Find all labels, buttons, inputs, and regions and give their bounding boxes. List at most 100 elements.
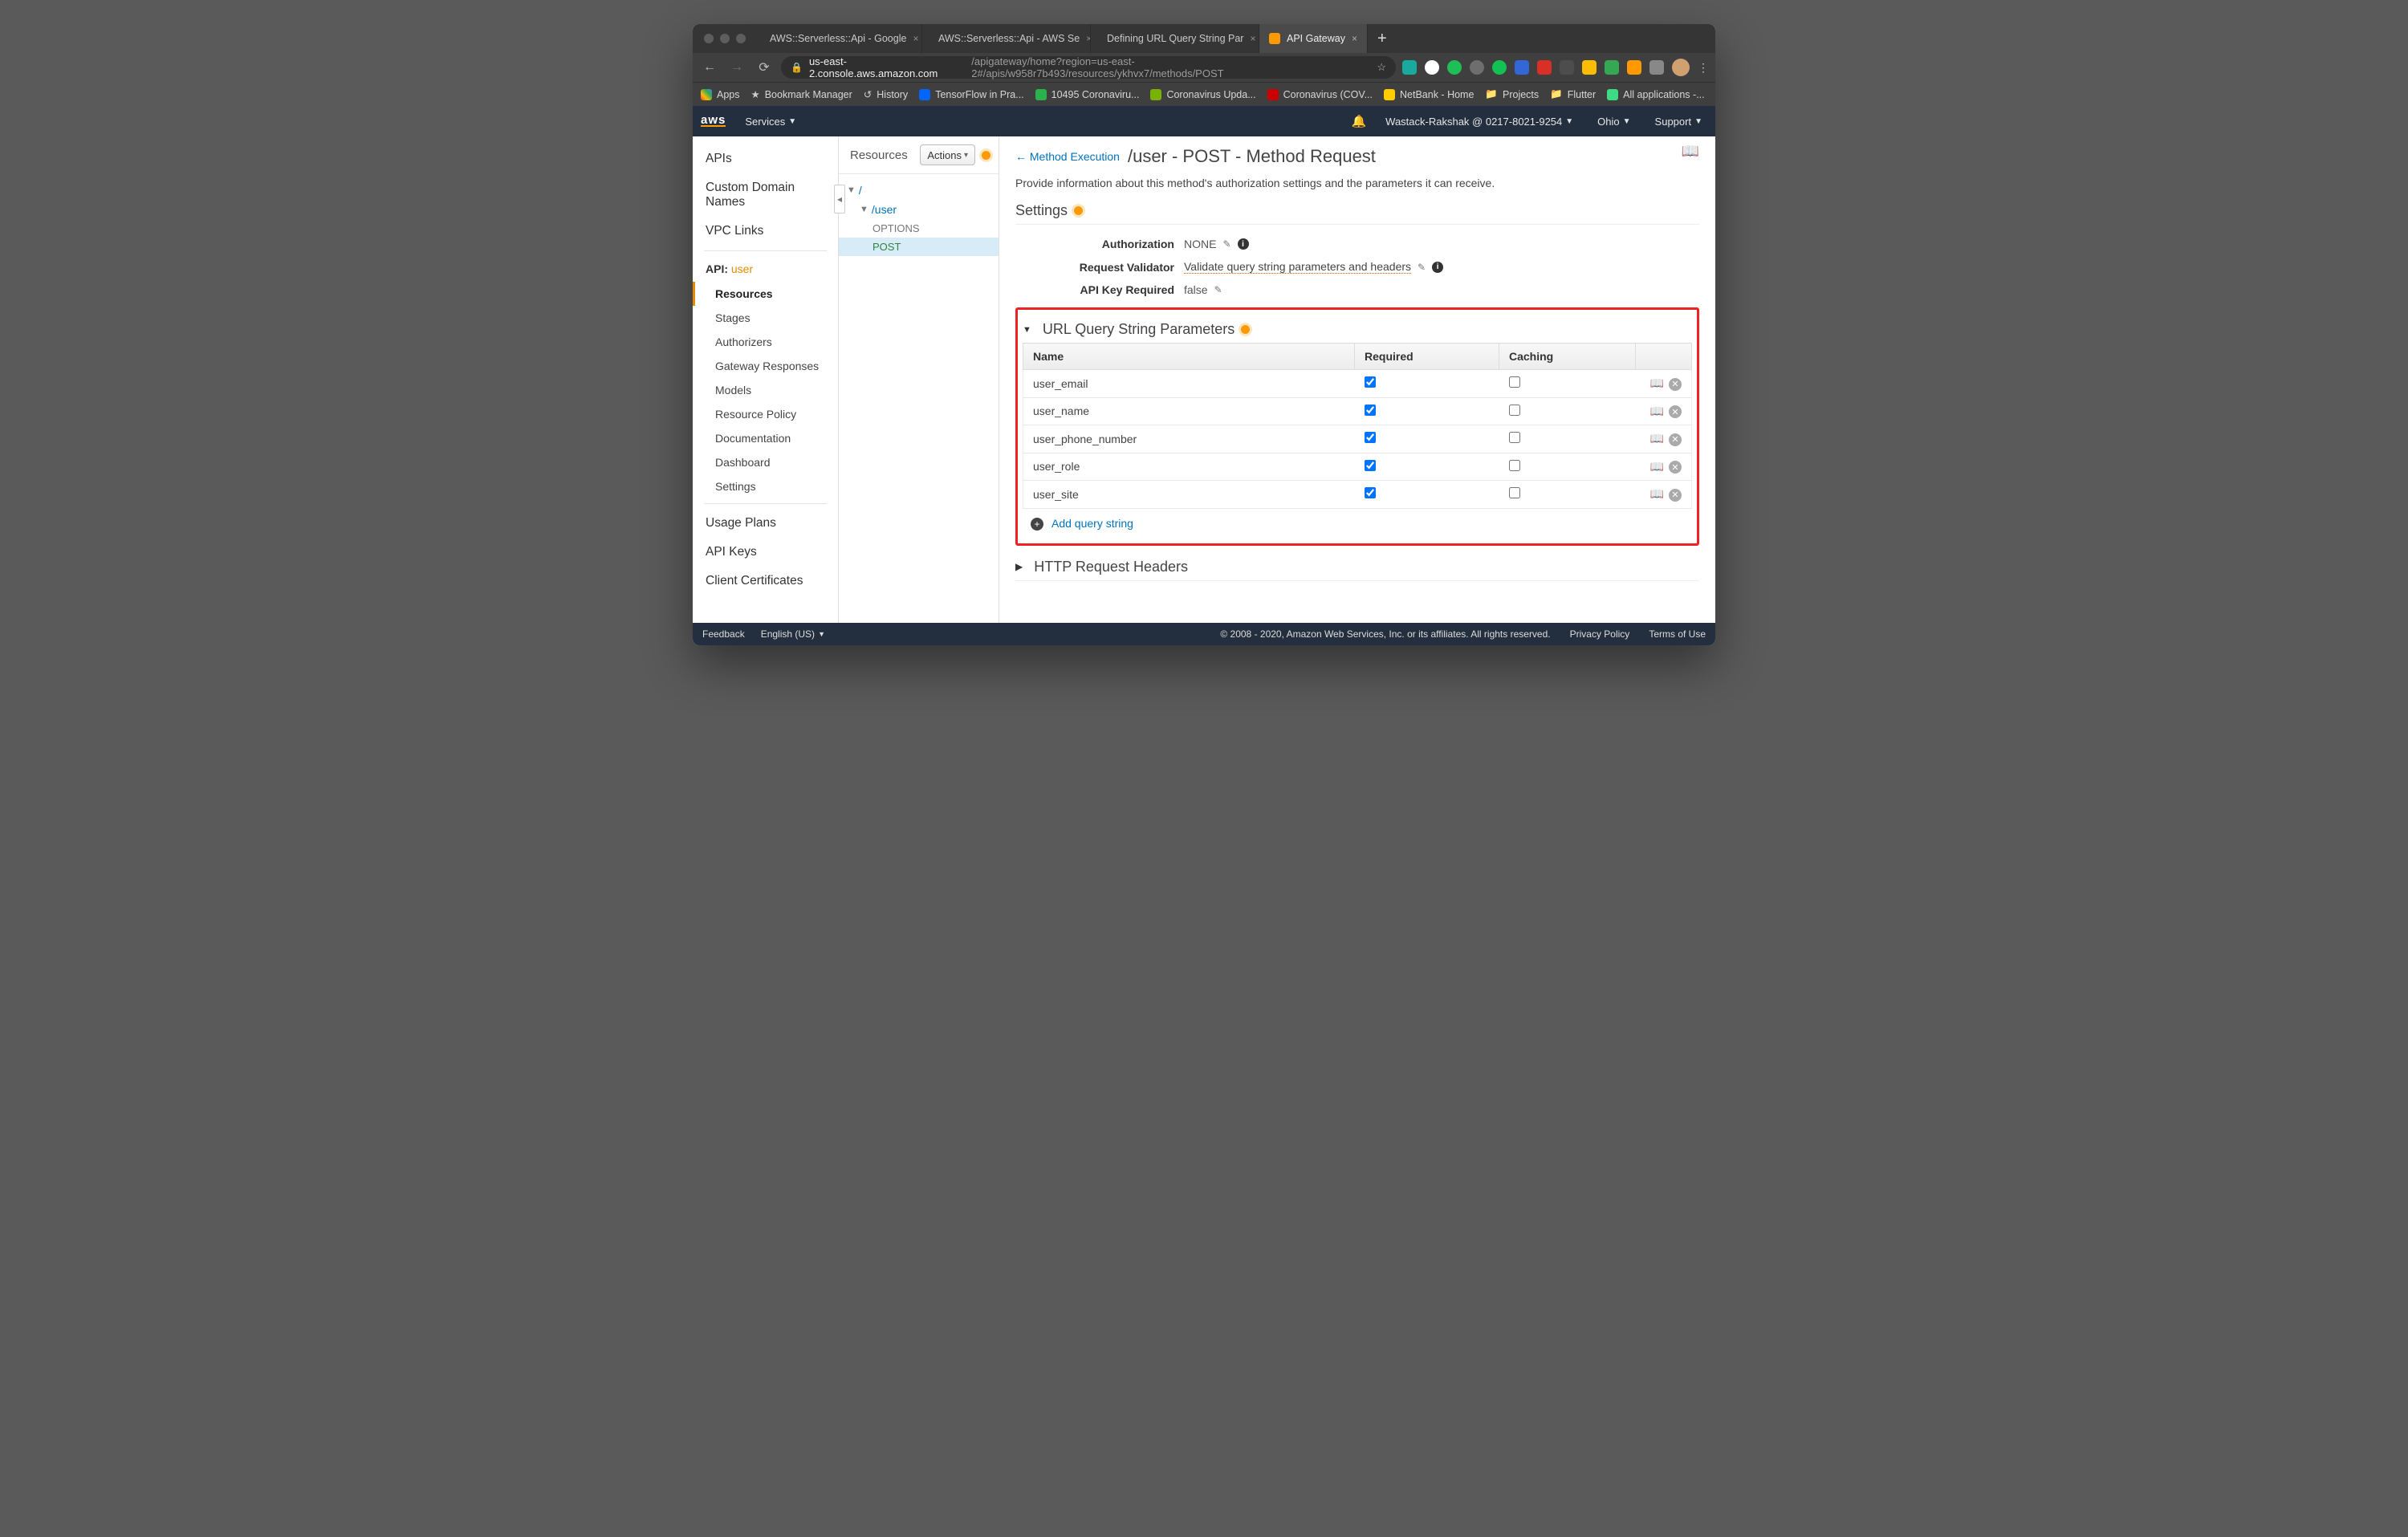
browser-menu-icon[interactable]: ⋮ (1698, 61, 1709, 75)
extension-icon[interactable] (1582, 60, 1597, 75)
aws-logo[interactable]: aws (701, 116, 726, 127)
row-doc-icon[interactable]: 📖 (1650, 460, 1664, 473)
row-doc-icon[interactable]: 📖 (1650, 405, 1664, 417)
required-checkbox[interactable] (1365, 376, 1376, 388)
nav-settings[interactable]: Settings (693, 474, 838, 498)
extension-icon[interactable] (1447, 60, 1462, 75)
edit-validator-icon[interactable]: ✎ (1418, 262, 1426, 273)
nav-resource-policy[interactable]: Resource Policy (693, 402, 838, 426)
extension-icon[interactable] (1560, 60, 1574, 75)
nav-documentation[interactable]: Documentation (693, 426, 838, 450)
bookmark-star-icon[interactable]: ☆ (1377, 61, 1386, 74)
bookmark-folder[interactable]: 📁Projects (1485, 88, 1539, 100)
extension-icon[interactable] (1627, 60, 1641, 75)
row-delete-icon[interactable]: ✕ (1669, 433, 1682, 446)
reload-button[interactable]: ⟳ (754, 59, 775, 75)
nav-api-keys[interactable]: API Keys (693, 538, 838, 567)
back-to-method-execution[interactable]: ← Method Execution (1015, 150, 1120, 163)
bookmark-item[interactable]: 10495 Coronaviru... (1035, 89, 1140, 100)
bookmark-item[interactable]: All applications -... (1607, 89, 1704, 100)
bookmark-item[interactable]: Coronavirus (COV... (1267, 89, 1373, 100)
footer-privacy[interactable]: Privacy Policy (1570, 628, 1630, 640)
nav-custom-domain[interactable]: Custom Domain Names (693, 173, 838, 217)
actions-button[interactable]: Actions▾ (920, 144, 975, 165)
resource-root[interactable]: ▼/ (839, 181, 999, 200)
nav-stages[interactable]: Stages (693, 306, 838, 330)
back-button[interactable]: ← (699, 60, 720, 75)
caching-checkbox[interactable] (1509, 432, 1520, 443)
extension-icon[interactable] (1605, 60, 1619, 75)
required-checkbox[interactable] (1365, 460, 1376, 471)
nav-dashboard[interactable]: Dashboard (693, 450, 838, 474)
bookmark-item[interactable]: TensorFlow in Pra... (919, 89, 1023, 100)
info-icon[interactable]: i (1432, 262, 1443, 273)
documentation-icon[interactable]: 📖 (1682, 143, 1699, 160)
bookmark-item[interactable]: Coronavirus Upda... (1150, 89, 1255, 100)
nav-vpc-links[interactable]: VPC Links (693, 217, 838, 246)
collapse-sidebar-button[interactable]: ◂ (834, 185, 845, 213)
row-doc-icon[interactable]: 📖 (1650, 432, 1664, 445)
extension-icon[interactable] (1402, 60, 1417, 75)
method-post[interactable]: POST (839, 238, 999, 256)
nav-apis[interactable]: APIs (693, 144, 838, 173)
browser-tab-0[interactable]: AWS::Serverless::Api - Google× (754, 24, 922, 53)
edit-apikey-icon[interactable]: ✎ (1214, 284, 1222, 295)
caching-checkbox[interactable] (1509, 405, 1520, 416)
browser-tab-3[interactable]: API Gateway× (1259, 24, 1368, 53)
notifications-icon[interactable]: 🔔 (1351, 114, 1366, 128)
services-menu[interactable]: Services▼ (740, 112, 801, 131)
close-tab-icon[interactable]: × (1250, 33, 1255, 44)
nav-client-certificates[interactable]: Client Certificates (693, 567, 838, 596)
nav-authorizers[interactable]: Authorizers (693, 330, 838, 354)
browser-tab-1[interactable]: AWS::Serverless::Api - AWS Se× (922, 24, 1091, 53)
bookmark-folder[interactable]: 📁Flutter (1550, 88, 1596, 100)
extension-icon[interactable] (1470, 60, 1484, 75)
address-bar[interactable]: 🔒 us-east-2.console.aws.amazon.com /apig… (781, 56, 1396, 79)
extension-icon[interactable] (1425, 60, 1439, 75)
row-delete-icon[interactable]: ✕ (1669, 378, 1682, 391)
minimize-window-icon[interactable] (720, 34, 730, 43)
nav-models[interactable]: Models (693, 378, 838, 402)
info-icon[interactable]: i (1238, 238, 1249, 250)
support-menu[interactable]: Support▼ (1650, 112, 1707, 131)
region-menu[interactable]: Ohio▼ (1592, 112, 1635, 131)
nav-usage-plans[interactable]: Usage Plans (693, 509, 838, 538)
caching-checkbox[interactable] (1509, 460, 1520, 471)
browser-tab-2[interactable]: Defining URL Query String Par× (1091, 24, 1259, 53)
new-tab-button[interactable]: + (1368, 25, 1397, 52)
extension-icon[interactable] (1515, 60, 1529, 75)
required-checkbox[interactable] (1365, 405, 1376, 416)
footer-language[interactable]: English (US)▼ (761, 628, 825, 640)
qsp-heading[interactable]: URL Query String Parameters (1023, 321, 1692, 338)
resource-user[interactable]: ▼/user (839, 200, 999, 219)
add-query-string-button[interactable]: +Add query string (1023, 509, 1692, 539)
close-window-icon[interactable] (704, 34, 714, 43)
row-delete-icon[interactable]: ✕ (1669, 489, 1682, 502)
footer-feedback[interactable]: Feedback (702, 628, 745, 640)
required-checkbox[interactable] (1365, 487, 1376, 498)
required-checkbox[interactable] (1365, 432, 1376, 443)
account-menu[interactable]: Wastack-Rakshak @ 0217-8021-9254▼ (1381, 112, 1578, 131)
extension-icon[interactable] (1492, 60, 1507, 75)
forward-button[interactable]: → (726, 60, 747, 75)
row-delete-icon[interactable]: ✕ (1669, 461, 1682, 474)
footer-terms[interactable]: Terms of Use (1649, 628, 1706, 640)
extension-icon[interactable] (1537, 60, 1552, 75)
extensions-menu-icon[interactable] (1649, 60, 1664, 75)
bookmark-item[interactable]: ↺History (864, 88, 908, 100)
maximize-window-icon[interactable] (736, 34, 746, 43)
nav-resources[interactable]: Resources (693, 282, 838, 306)
caching-checkbox[interactable] (1509, 487, 1520, 498)
row-doc-icon[interactable]: 📖 (1650, 487, 1664, 500)
bookmark-item[interactable]: NetBank - Home (1384, 89, 1474, 100)
http-request-headers-heading[interactable]: HTTP Request Headers (1015, 559, 1699, 575)
method-options[interactable]: OPTIONS (839, 219, 999, 238)
row-delete-icon[interactable]: ✕ (1669, 405, 1682, 418)
row-doc-icon[interactable]: 📖 (1650, 376, 1664, 389)
close-tab-icon[interactable]: × (913, 33, 918, 44)
close-tab-icon[interactable]: × (1352, 33, 1357, 44)
edit-authorization-icon[interactable]: ✎ (1222, 238, 1230, 250)
bookmark-item[interactable]: ★Bookmark Manager (751, 88, 852, 100)
nav-gateway-responses[interactable]: Gateway Responses (693, 354, 838, 378)
bookmark-apps[interactable]: Apps (701, 89, 740, 100)
